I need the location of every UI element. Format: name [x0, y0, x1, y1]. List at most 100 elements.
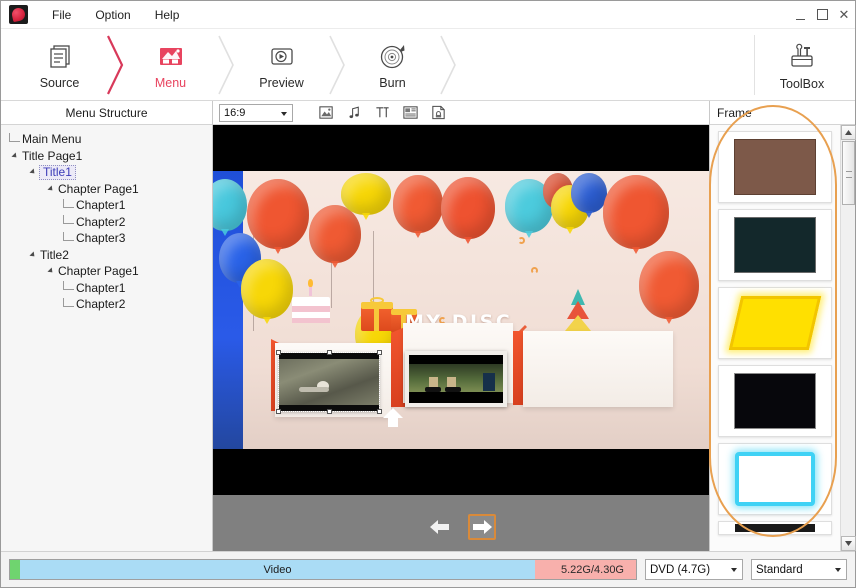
step-burn[interactable]: Burn [348, 32, 437, 98]
tree-expander[interactable] [9, 153, 20, 159]
prev-page-button[interactable] [426, 514, 454, 540]
thumbnail-2[interactable] [405, 351, 507, 407]
disc-type-select[interactable]: DVD (4.7G) [645, 559, 743, 580]
capacity-value: 5.22G/4.30G [561, 564, 624, 576]
tree-item-title1[interactable]: Title1 [5, 164, 212, 181]
scrollbar-thumb[interactable] [842, 141, 855, 205]
tree-item-label-selected: Title1 [39, 165, 76, 180]
tree-item-chapter2-b[interactable]: Chapter2 [5, 296, 212, 313]
frame-swatch [735, 218, 815, 272]
frame-item-black[interactable] [718, 365, 832, 437]
close-button[interactable]: ✕ [833, 2, 855, 28]
frame-item-yellow-skew[interactable] [718, 287, 832, 359]
home-icon[interactable] [381, 407, 403, 427]
tree-item-label: Chapter1 [74, 281, 125, 295]
menu-preview-stage[interactable]: MY DISC [213, 125, 709, 551]
background-icon[interactable] [425, 102, 451, 124]
capacity-video-segment: Video [20, 560, 535, 579]
tree-elbow [63, 232, 74, 245]
chevron-down-icon [731, 568, 737, 572]
frame-swatch [735, 524, 815, 532]
frame-scrollbar[interactable] [840, 125, 855, 551]
preview-area: 16:9 [213, 101, 709, 551]
menu-structure-panel: Menu Structure Main Menu Title Page1 Tit… [1, 101, 213, 551]
template-icon[interactable] [397, 102, 423, 124]
next-page-button[interactable] [468, 514, 496, 540]
tree-item-title2[interactable]: Title2 [5, 247, 212, 264]
tree-item-chapter1[interactable]: Chapter1 [5, 197, 212, 214]
step-preview-label: Preview [259, 76, 303, 90]
frame-item-dark-bar[interactable] [718, 521, 832, 535]
play-monitor-icon [267, 39, 297, 73]
tree-elbow [63, 215, 74, 228]
minimize-button[interactable] [789, 2, 811, 28]
tree-item-main-menu[interactable]: Main Menu [5, 131, 212, 148]
preview-navigation [213, 503, 709, 551]
chevron-down-icon [835, 568, 841, 572]
frame-item-cyan-glow[interactable] [718, 443, 832, 515]
window-controls: ✕ [789, 1, 855, 28]
quality-value: Standard [756, 564, 803, 576]
ribbon-divider [754, 35, 755, 95]
add-text-icon[interactable] [369, 102, 395, 124]
tree-item-label: Chapter3 [74, 231, 125, 245]
tree-item-label: Title Page1 [20, 149, 82, 163]
tree-expander[interactable] [45, 186, 56, 192]
tree-item-title-page1[interactable]: Title Page1 [5, 148, 212, 165]
preview-toolbar: 16:9 [213, 101, 709, 125]
scroll-down-icon[interactable] [841, 536, 856, 551]
picture-menu-icon [156, 39, 186, 73]
status-bar: Video 5.22G/4.30G DVD (4.7G) Standard [1, 551, 855, 587]
disc-burn-icon [377, 39, 409, 73]
menu-item-option[interactable]: Option [83, 5, 142, 25]
ribbon-chevron-4 [437, 32, 459, 98]
frame-item-dark-teal[interactable] [718, 209, 832, 281]
gift-decoration [361, 299, 393, 331]
disc-type-value: DVD (4.7G) [650, 564, 710, 576]
step-burn-label: Burn [379, 76, 405, 90]
scroll-up-icon[interactable] [841, 125, 856, 140]
quality-select[interactable]: Standard [751, 559, 847, 580]
step-source[interactable]: Source [15, 32, 104, 98]
step-source-label: Source [40, 76, 80, 90]
toolbox-label: ToolBox [780, 77, 824, 91]
cake-decoration [290, 287, 332, 329]
frame-item-brown[interactable] [718, 131, 832, 203]
tree-elbow [63, 281, 74, 294]
menu-item-help[interactable]: Help [143, 5, 192, 25]
thumbnail-1[interactable] [279, 353, 379, 411]
aspect-ratio-select[interactable]: 16:9 [219, 104, 293, 122]
tree-item-label: Chapter2 [74, 297, 125, 311]
ribbon-chevron-1 [104, 32, 126, 98]
capacity-bar: Video 5.22G/4.30G [9, 559, 637, 580]
tree-item-chapter-page1-b[interactable]: Chapter Page1 [5, 263, 212, 280]
toolbox-button[interactable]: ToolBox [759, 32, 845, 98]
tree-expander[interactable] [27, 252, 38, 258]
capacity-label: Video [264, 564, 292, 576]
menu-item-file[interactable]: File [40, 5, 83, 25]
capacity-free-segment [10, 560, 20, 579]
application-window: File Option Help ✕ [0, 0, 856, 588]
tree-item-chapter3[interactable]: Chapter3 [5, 230, 212, 247]
tree-item-chapter-page1[interactable]: Chapter Page1 [5, 181, 212, 198]
maximize-button[interactable] [811, 2, 833, 28]
frame-panel-body [710, 125, 855, 551]
app-logo-icon [9, 5, 28, 24]
disc-menu-canvas[interactable]: MY DISC [213, 125, 709, 495]
add-image-icon[interactable] [313, 102, 339, 124]
step-menu[interactable]: Menu [126, 32, 215, 98]
tree-expander[interactable] [45, 268, 56, 274]
tree-item-chapter2[interactable]: Chapter2 [5, 214, 212, 231]
add-music-icon[interactable] [341, 102, 367, 124]
toolbox-icon [786, 40, 818, 75]
tree-item-chapter1-b[interactable]: Chapter1 [5, 280, 212, 297]
frame-panel-header: Frame [710, 101, 855, 125]
menu-bar: File Option Help [40, 5, 191, 25]
step-ribbon: Source Menu [1, 29, 855, 101]
frame-list[interactable] [710, 125, 840, 551]
tree-expander[interactable] [27, 169, 38, 175]
step-list: Source Menu [1, 32, 459, 98]
step-preview[interactable]: Preview [237, 32, 326, 98]
tree-item-label: Chapter Page1 [56, 182, 139, 196]
capacity-overflow-segment: 5.22G/4.30G [535, 560, 636, 579]
